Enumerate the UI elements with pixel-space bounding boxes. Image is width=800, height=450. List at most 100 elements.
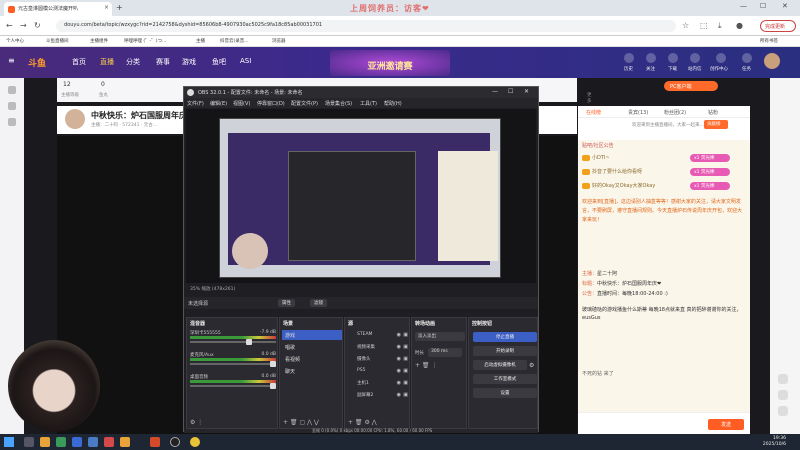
mixer-settings-icon[interactable]: ⚙ ⋮ <box>190 419 203 426</box>
menu-docks[interactable]: 停靠窗口(D) <box>257 100 285 107</box>
source-item[interactable]: 主机1 ◉ ▣ <box>347 378 409 388</box>
obs-close-icon[interactable]: ✕ <box>524 88 529 95</box>
search-icon[interactable] <box>24 437 34 447</box>
filters-button[interactable]: 滤镜 <box>310 299 327 307</box>
fader-knob[interactable] <box>270 361 276 367</box>
source-actions-icon[interactable]: + 🗑 ⚙ ⋀ <box>348 419 377 426</box>
lock-icon[interactable]: ▣ <box>403 344 408 350</box>
scene-item[interactable]: 聊天 <box>282 366 342 376</box>
menu-view[interactable]: 视图(V) <box>233 100 250 107</box>
close-tab-icon[interactable]: × <box>104 4 109 11</box>
update-button[interactable]: 完成更新 <box>760 20 796 32</box>
bookmark-item[interactable]: 个人中心 <box>6 38 24 44</box>
chat-user[interactable]: 好的Okay又Okay大家Okay <box>592 183 655 189</box>
scene-item[interactable]: 游戏 <box>282 330 342 340</box>
menu-help[interactable]: 帮助(H) <box>384 100 402 107</box>
app-icon[interactable] <box>56 437 66 447</box>
download-icon[interactable]: ⤓ <box>718 21 722 31</box>
site-logo[interactable]: 斗鱼 <box>28 56 46 69</box>
download-app-icon[interactable] <box>668 53 678 63</box>
creator-icon[interactable] <box>716 53 726 63</box>
sidebar-icon[interactable] <box>8 118 16 126</box>
stop-streaming-button[interactable]: 停止直播 <box>473 332 537 342</box>
menu-edit[interactable]: 编辑(E) <box>210 100 227 107</box>
bookmark-item[interactable]: 斗鱼直播间 <box>46 38 69 44</box>
bookmark-item[interactable]: 呼哩呼哩 (゜-゜)つ... <box>124 38 166 44</box>
scene-item[interactable]: 唱歌 <box>282 342 342 352</box>
app-icon[interactable] <box>88 437 98 447</box>
maximize-icon[interactable]: ☐ <box>760 2 766 10</box>
visibility-icon[interactable]: ◉ <box>397 392 401 398</box>
event-banner[interactable]: 亚洲邀请赛 <box>330 50 450 76</box>
visibility-icon[interactable]: ◉ <box>397 332 401 338</box>
minimize-icon[interactable]: — <box>740 2 747 10</box>
chat-user[interactable]: 小DTI <box>592 155 605 161</box>
profile-icon[interactable]: ● <box>736 21 743 30</box>
new-tab-button[interactable]: + <box>116 3 123 12</box>
obs-minimize-icon[interactable]: — <box>492 88 498 95</box>
extensions-icon[interactable]: ⬚ <box>700 21 708 30</box>
tab-vip[interactable]: 贵宾(13) <box>628 109 648 116</box>
duration-input[interactable]: 300 ms <box>428 348 462 357</box>
lock-icon[interactable]: ▣ <box>403 380 408 386</box>
rail-icon[interactable] <box>778 374 788 384</box>
rail-icon[interactable] <box>778 390 788 400</box>
chat-user[interactable]: 抖音了要什么给你看呀 <box>592 169 642 175</box>
nav-home[interactable]: 首页 <box>72 57 86 67</box>
source-item[interactable]: STEAM ◉ ▣ <box>347 330 409 340</box>
streamer-avatar[interactable] <box>65 109 85 129</box>
pc-client-badge[interactable]: PC客户端 <box>664 81 718 91</box>
bookmark-item[interactable]: 浏览器 <box>272 38 286 44</box>
fader-knob[interactable] <box>246 339 252 345</box>
nav-fishbar[interactable]: 鱼吧 <box>212 57 226 67</box>
lock-icon[interactable]: ▣ <box>403 356 408 362</box>
browser-tab[interactable]: 元古皇淋圆模公测法魔开叭 × <box>4 2 112 16</box>
history-icon[interactable] <box>624 53 634 63</box>
sidebar-icon[interactable] <box>8 102 16 110</box>
visibility-icon[interactable]: ◉ <box>397 344 401 350</box>
bookmark-item[interactable]: 主播 <box>196 38 205 44</box>
lock-icon[interactable]: ▣ <box>403 332 408 338</box>
tasks-icon[interactable] <box>742 53 752 63</box>
virtual-camera-settings-icon[interactable]: ⚙ <box>529 362 534 369</box>
bookmark-item[interactable]: 主播组件 <box>90 38 108 44</box>
menu-scene-collection[interactable]: 场景集合(S) <box>325 100 352 107</box>
volume-fader[interactable] <box>190 339 276 345</box>
source-item[interactable]: PS5 ◉ ▣ <box>347 366 409 376</box>
rail-icon[interactable] <box>778 406 788 416</box>
chrome-taskbar-icon[interactable] <box>190 437 200 447</box>
more-label[interactable]: 更多 <box>587 92 592 104</box>
properties-button[interactable]: 属性 <box>278 299 295 307</box>
menu-profile[interactable]: 配置文件(P) <box>291 100 318 107</box>
explorer-icon[interactable] <box>40 437 50 447</box>
settings-button[interactable]: 设置 <box>473 388 537 398</box>
transition-actions-icon[interactable]: + 🗑 ⋮ <box>415 362 437 369</box>
nav-live[interactable]: 直播 <box>100 57 114 67</box>
visibility-icon[interactable]: ◉ <box>397 368 401 374</box>
star-icon[interactable]: ☆ <box>682 21 689 30</box>
app-icon[interactable] <box>104 437 114 447</box>
fader-knob[interactable] <box>270 383 276 389</box>
lock-icon[interactable]: ▣ <box>403 368 408 374</box>
virtual-camera-button[interactable]: 启动虚拟摄像机 <box>473 360 527 370</box>
start-recording-button[interactable]: 开始录制 <box>473 346 537 356</box>
scene-actions-icon[interactable]: + 🗑 ▢ ⋀ ⋁ <box>283 419 319 426</box>
obs-taskbar-icon[interactable] <box>170 437 180 447</box>
user-avatar[interactable] <box>764 53 780 69</box>
nav-events[interactable]: 赛事 <box>156 57 170 67</box>
menu-file[interactable]: 文件(F) <box>187 100 204 107</box>
bookmark-item[interactable]: 抖音云(录音... <box>220 38 249 44</box>
messages-icon[interactable] <box>690 53 700 63</box>
visibility-icon[interactable]: ◉ <box>397 356 401 362</box>
tab-fans[interactable]: 粉丝团(2) <box>664 109 686 116</box>
chat-input-area[interactable]: 发送 <box>578 412 750 434</box>
studio-mode-button[interactable]: 工作室模式 <box>473 374 537 384</box>
forward-icon[interactable]: → <box>20 21 27 30</box>
app-icon[interactable] <box>150 437 160 447</box>
nav-asi[interactable]: ASI <box>240 57 251 65</box>
all-bookmarks[interactable]: 所有书签 <box>760 38 778 44</box>
volume-fader[interactable] <box>190 361 276 367</box>
lock-icon[interactable]: ▣ <box>403 392 408 398</box>
back-icon[interactable]: ← <box>6 21 13 30</box>
menu-tools[interactable]: 工具(T) <box>360 100 377 107</box>
